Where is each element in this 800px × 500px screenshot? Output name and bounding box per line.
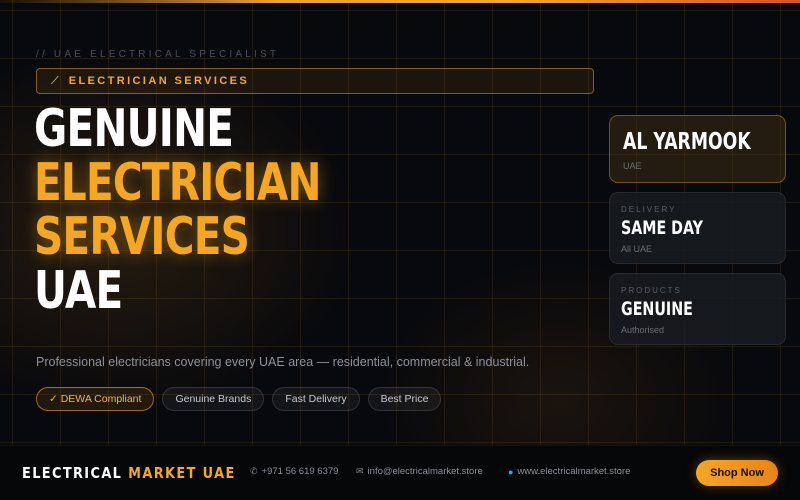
mail-icon: ✉ xyxy=(356,466,364,476)
brand-name-accent: MARKET UAE xyxy=(128,464,236,482)
contact-email[interactable]: ✉ info@electricalmarket.store xyxy=(356,466,483,477)
stat-card-sub: All UAE xyxy=(621,244,653,254)
stat-card-sub: Authorised xyxy=(621,325,665,335)
stat-card-products: PRODUCTS GENUINE Authorised xyxy=(609,273,786,345)
headline-line-1: GENUINE xyxy=(34,99,234,159)
headline-line-4: UAE xyxy=(34,261,123,321)
stat-card-sub: UAE xyxy=(623,161,642,171)
wrench-icon: ⟋ xyxy=(51,74,59,87)
phone-icon: ✆ xyxy=(250,466,258,476)
hero-section: // UAE ELECTRICAL SPECIALIST ⟋ ELECTRICI… xyxy=(0,0,800,445)
stat-card-value: AL YARMOOK xyxy=(623,129,751,155)
contact-website[interactable]: ● www.electricalmarket.store xyxy=(508,466,630,477)
service-badge: ⟋ ELECTRICIAN SERVICES xyxy=(36,68,594,94)
brand-name-primary: ELECTRICAL xyxy=(22,464,123,482)
email-text: info@electricalmarket.store xyxy=(367,466,483,477)
chip-fast-delivery[interactable]: Fast Delivery xyxy=(272,387,360,411)
stat-card-delivery: DELIVERY SAME DAY All UAE xyxy=(609,192,786,264)
service-badge-label: ELECTRICIAN SERVICES xyxy=(68,75,250,87)
feature-chips: ✓ DEWA Compliant Genuine Brands Fast Del… xyxy=(36,387,442,411)
stat-card-brand: AL YARMOOK UAE xyxy=(609,115,786,183)
globe-icon: ● xyxy=(508,466,514,477)
stat-card-value: GENUINE xyxy=(621,298,693,320)
headline-line-3: SERVICES xyxy=(34,207,250,267)
contact-phone[interactable]: ✆ +971 56 619 6379 xyxy=(250,466,338,477)
headline-line-2: ELECTRICIAN xyxy=(34,153,321,213)
top-accent-line xyxy=(0,0,800,3)
eyebrow-text: // UAE ELECTRICAL SPECIALIST xyxy=(36,49,280,60)
lead-text: Professional electricians covering every… xyxy=(36,355,530,369)
chip-genuine-brands[interactable]: Genuine Brands xyxy=(162,387,265,411)
chip-dewa-compliant[interactable]: ✓ DEWA Compliant xyxy=(36,387,155,411)
stat-card-kicker: PRODUCTS xyxy=(621,286,682,295)
headline: GENUINE ELECTRICIAN SERVICES UAE xyxy=(34,102,321,318)
phone-text: +971 56 619 6379 xyxy=(261,466,339,477)
stat-card-kicker: DELIVERY xyxy=(621,205,677,214)
brand-logo[interactable]: ELECTRICAL MARKET UAE xyxy=(22,464,236,482)
shop-now-button[interactable]: Shop Now xyxy=(696,460,778,486)
website-text: www.electricalmarket.store xyxy=(517,466,631,477)
stat-card-value: SAME DAY xyxy=(621,217,703,239)
footer-bar: ELECTRICAL MARKET UAE ✆ +971 56 619 6379… xyxy=(0,445,800,500)
chip-best-price[interactable]: Best Price xyxy=(367,387,442,411)
